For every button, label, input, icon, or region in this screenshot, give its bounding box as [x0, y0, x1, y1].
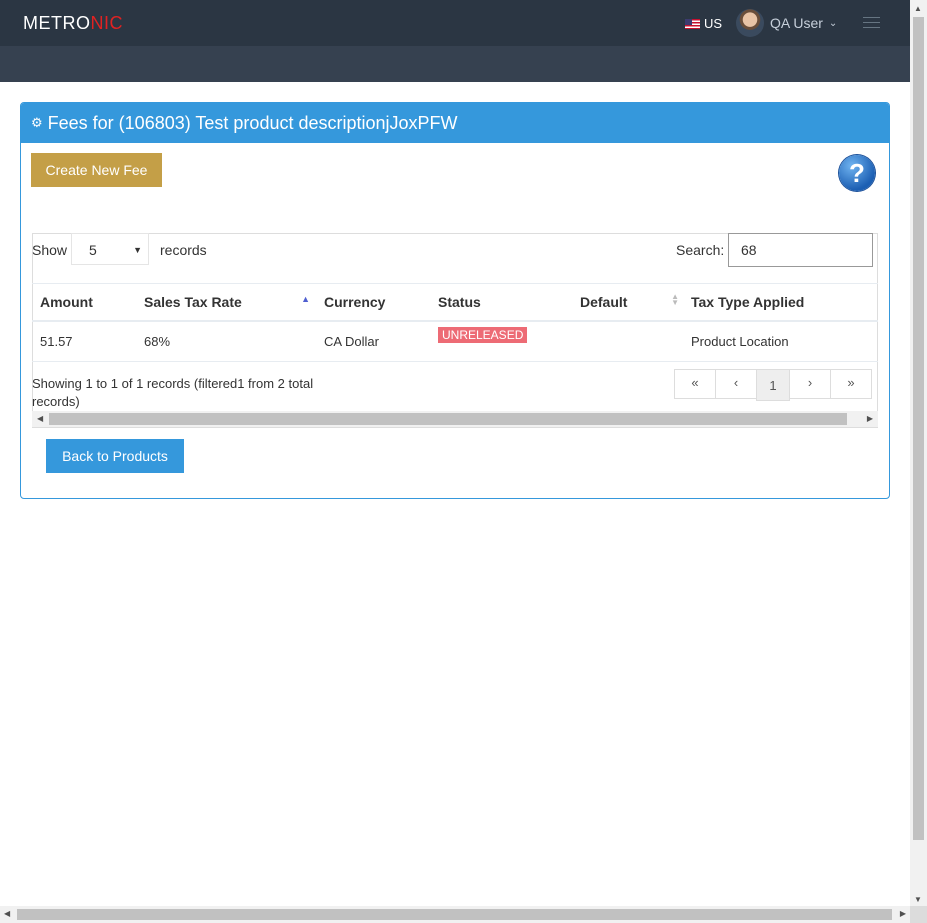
menu-toggle-icon[interactable] — [863, 17, 880, 29]
search-input[interactable] — [728, 233, 873, 267]
cell-currency: CA Dollar — [316, 321, 430, 362]
portlet-title-text: Fees for (106803) Test product descripti… — [47, 112, 458, 133]
fees-portlet: ⚙ Fees for (106803) Test product descrip… — [20, 102, 890, 499]
cell-tax-type-applied: Product Location — [683, 321, 878, 362]
page-vertical-scrollbar[interactable]: ▲ ▼ — [910, 0, 927, 906]
portlet-title: ⚙ Fees for (106803) Test product descrip… — [21, 103, 889, 143]
col-default[interactable]: Default ▲ ▼ — [572, 283, 683, 322]
logo-text-2: NIC — [90, 13, 123, 33]
col-tax-type-applied[interactable]: Tax Type Applied — [683, 283, 878, 322]
scroll-thumb[interactable] — [49, 413, 847, 425]
table-info: Showing 1 to 1 of 1 records (filtered1 f… — [32, 376, 314, 409]
col-status[interactable]: Status — [430, 283, 572, 322]
col-amount[interactable]: Amount — [32, 283, 136, 322]
top-header: METRONIC US QA User ⌄ — [0, 0, 910, 46]
scrollbar-corner — [910, 906, 927, 923]
language-label: US — [704, 16, 723, 31]
last-page-button[interactable]: » — [830, 369, 872, 399]
cogs-icon: ⚙ — [31, 115, 43, 130]
page-scroll-left-icon[interactable]: ◀ — [4, 909, 10, 918]
page-1-button[interactable]: 1 — [756, 369, 790, 401]
cell-amount: 51.57 — [32, 321, 136, 362]
page-size-select[interactable]: 5 ▼ — [71, 233, 149, 265]
sub-header-bar — [0, 46, 910, 82]
caret-down-icon: ▼ — [133, 245, 142, 255]
fees-table: Amount Sales Tax Rate ▲ Currency Status D… — [32, 283, 878, 362]
search-label: Search: — [676, 242, 725, 258]
prev-page-button[interactable]: ‹ — [715, 369, 757, 399]
back-to-products-button[interactable]: Back to Products — [46, 439, 184, 473]
horizontal-scroll-thumb[interactable] — [17, 909, 892, 920]
cell-default — [572, 321, 683, 362]
pagination: « ‹ 1 › » — [674, 369, 872, 401]
us-flag-icon — [685, 18, 700, 29]
user-name: QA User — [770, 15, 823, 31]
cell-status: UNRELEASED — [430, 321, 572, 362]
show-label: Show — [32, 242, 68, 258]
scroll-right-icon[interactable]: ▶ — [867, 414, 873, 423]
fees-table-wrapper: Show 5 ▼ records Search: Amount Sales Ta… — [32, 233, 878, 428]
vertical-scroll-thumb[interactable] — [913, 17, 924, 840]
logo[interactable]: METRONIC — [23, 13, 123, 34]
status-badge: UNRELEASED — [438, 327, 528, 343]
table-row[interactable]: 51.57 68% CA Dollar UNRELEASED Product L… — [32, 321, 878, 362]
cell-sales-tax-rate: 68% — [136, 321, 316, 362]
help-icon[interactable]: ? — [839, 155, 875, 191]
scroll-up-icon[interactable]: ▲ — [914, 4, 922, 13]
chevron-down-icon: ⌄ — [828, 17, 838, 29]
col-currency[interactable]: Currency — [316, 283, 430, 322]
avatar — [736, 9, 764, 37]
first-page-button[interactable]: « — [674, 369, 716, 399]
table-horizontal-scrollbar[interactable]: ◀ ▶ — [32, 411, 878, 427]
scroll-left-icon[interactable]: ◀ — [37, 414, 43, 423]
records-label: records — [160, 242, 207, 258]
logo-text-1: METRO — [23, 13, 91, 33]
sort-asc-icon: ▲ — [301, 294, 310, 304]
user-menu[interactable]: QA User ⌄ — [736, 9, 837, 37]
scroll-down-icon[interactable]: ▼ — [914, 895, 922, 904]
create-new-fee-button[interactable]: Create New Fee — [31, 153, 162, 187]
language-selector[interactable]: US — [685, 16, 722, 31]
sort-both-icon: ▲ ▼ — [671, 292, 679, 307]
next-page-button[interactable]: › — [789, 369, 831, 399]
table-header-row: Amount Sales Tax Rate ▲ Currency Status D… — [32, 283, 878, 322]
page-horizontal-scrollbar[interactable]: ◀ ▶ — [0, 906, 910, 923]
page-scroll-right-icon[interactable]: ▶ — [900, 909, 906, 918]
col-sales-tax-rate[interactable]: Sales Tax Rate ▲ — [136, 283, 316, 322]
page-size-value: 5 — [89, 242, 97, 258]
